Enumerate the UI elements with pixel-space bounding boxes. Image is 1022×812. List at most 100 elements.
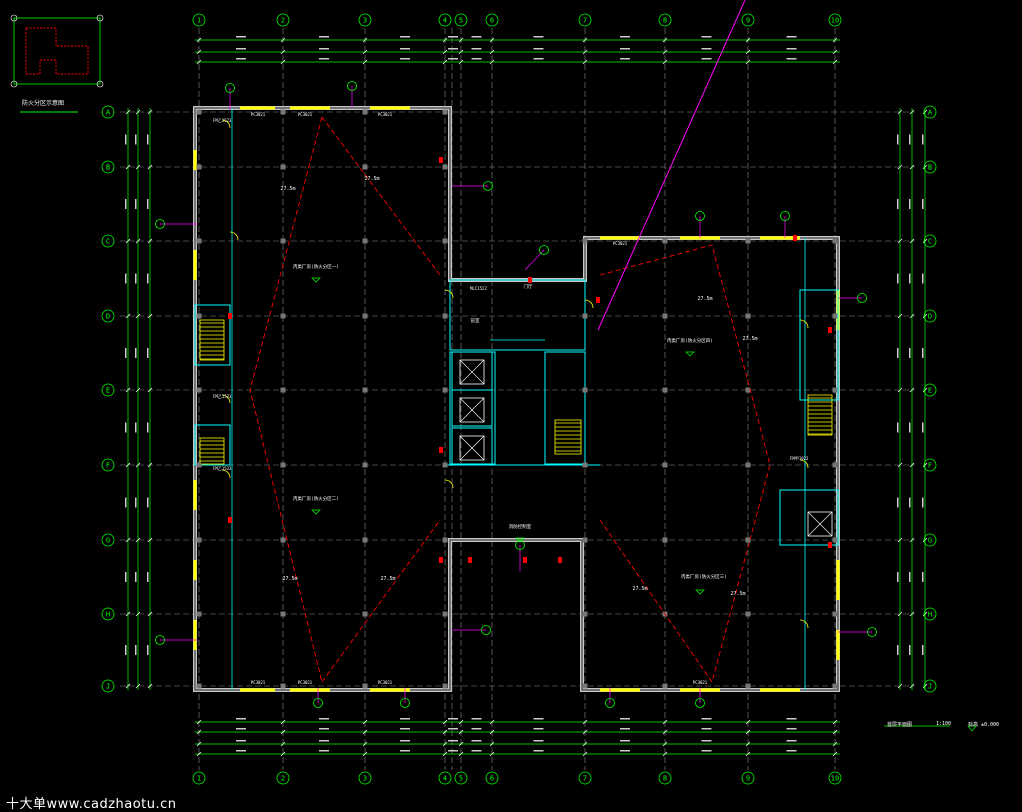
- drawing-scale: 1:100: [936, 721, 952, 727]
- dimension-text: [135, 422, 137, 433]
- door-tag: FM乙1523: [213, 465, 232, 471]
- column: [442, 313, 448, 319]
- dimension-text: [922, 134, 924, 145]
- axis-label: 5: [459, 775, 463, 783]
- fire-hydrant-marker: [468, 557, 472, 563]
- dimension-text: [786, 58, 797, 60]
- column: [196, 238, 202, 244]
- axis-label: 7: [583, 17, 587, 25]
- column: [280, 683, 286, 689]
- room-label: 前室: [471, 317, 480, 324]
- column: [582, 238, 588, 244]
- axis-label: 7: [583, 775, 587, 783]
- dimension-text: [620, 728, 630, 730]
- axis-label: A: [928, 109, 933, 117]
- axis-label: 8: [663, 775, 667, 783]
- axis-label: F: [928, 462, 932, 470]
- column: [745, 313, 751, 319]
- dimension-text: [701, 718, 712, 720]
- evac-distance-label: 27.5m: [697, 296, 712, 302]
- column: [442, 109, 448, 115]
- dimension-text: [125, 199, 127, 209]
- dimension-text: [400, 58, 410, 60]
- evac-distance-label: 27.5m: [280, 186, 295, 192]
- dimension-text: [909, 273, 911, 284]
- dimension-text: [125, 134, 127, 145]
- core-wall: [451, 389, 493, 427]
- window-tag: PC3021: [613, 241, 628, 246]
- door-tag: FM乙1523: [213, 117, 232, 123]
- column: [745, 462, 751, 468]
- column: [442, 462, 448, 468]
- column: [582, 683, 588, 689]
- dimension-text: [147, 134, 149, 145]
- core-wall: [779, 489, 839, 546]
- window-tag: PC3021: [378, 680, 393, 685]
- dimension-text: [620, 48, 630, 50]
- fire-hydrant-marker: [528, 277, 532, 283]
- axis-label: J: [928, 683, 932, 691]
- dimension-text: [533, 750, 544, 752]
- evac-distance-label: 27.5m: [364, 176, 379, 182]
- dimension-text: [471, 728, 482, 730]
- door-swing: [799, 459, 809, 469]
- dimension-text: [701, 728, 712, 730]
- column: [442, 537, 448, 543]
- column: [442, 387, 448, 393]
- window-tag: PC3021: [251, 680, 266, 685]
- dimension-text: [319, 48, 329, 50]
- dimension-text: [471, 58, 482, 60]
- axis-label: 6: [490, 775, 494, 783]
- drawing-title: 首层平面图: [887, 722, 913, 728]
- exterior-wall: [193, 106, 840, 692]
- column: [362, 611, 368, 617]
- axis-label: 1: [197, 17, 201, 25]
- dimension-text: [620, 740, 630, 742]
- axis-label: A: [106, 109, 111, 117]
- fire-hydrant-marker: [439, 157, 443, 163]
- watermark: 十大单www.cadzhaotu.cn: [6, 797, 177, 812]
- dimension-text: [701, 48, 712, 50]
- fire-hydrant-marker: [228, 517, 232, 523]
- dimension-text: [147, 645, 149, 655]
- dimension-text: [236, 36, 246, 38]
- column: [196, 109, 202, 115]
- column: [832, 537, 838, 543]
- column: [362, 313, 368, 319]
- dimension-text: [400, 728, 410, 730]
- column: [196, 537, 202, 543]
- core-wall: [451, 427, 493, 465]
- dimension-text: [135, 273, 137, 284]
- dimension-text: [236, 740, 246, 742]
- dimension-text: [471, 740, 482, 742]
- dimension-text: [701, 36, 712, 38]
- fire-hydrant-marker: [828, 542, 832, 548]
- dimension-text: [897, 134, 899, 145]
- dimension-text: [786, 48, 797, 50]
- dimension-text: [897, 645, 899, 655]
- dimension-text: [400, 718, 410, 720]
- window-tag: PC3021: [298, 680, 313, 685]
- dimension-text: [471, 48, 482, 50]
- column: [280, 109, 286, 115]
- dimension-text: [533, 48, 544, 50]
- dimension-text: [620, 58, 630, 60]
- dimension-text: [922, 645, 924, 655]
- axis-label: 10: [831, 775, 839, 783]
- dimension-text: [471, 718, 482, 720]
- dimension-text: [319, 740, 329, 742]
- evacuation-route: [321, 116, 441, 276]
- column: [582, 611, 588, 617]
- axis-label: 2: [281, 17, 285, 25]
- axis-label: 2: [281, 775, 285, 783]
- dimension-text: [701, 740, 712, 742]
- dimension-text: [135, 199, 137, 209]
- dimension-text: [897, 273, 899, 284]
- door-swing: [584, 299, 594, 309]
- room-label: 门厅: [524, 283, 533, 290]
- dimension-text: [400, 36, 410, 38]
- fire-hydrant-marker: [828, 327, 832, 333]
- axis-label: B: [928, 164, 932, 172]
- dimension-text: [897, 199, 899, 209]
- evacuation-route: [321, 519, 441, 683]
